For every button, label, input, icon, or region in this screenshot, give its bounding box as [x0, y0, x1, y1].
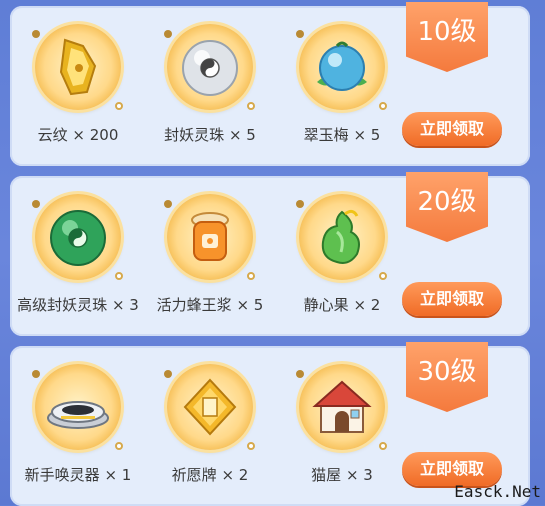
frame-dot: [247, 442, 255, 450]
wish-plaque-icon: [183, 378, 237, 436]
frame-dot: [32, 30, 40, 38]
reward-item: 活力蜂王浆 × 5: [150, 176, 270, 336]
level-tag: 10级: [406, 2, 488, 72]
frame-dot: [247, 272, 255, 280]
item-label: 云纹 × 200: [37, 126, 119, 144]
reward-item: 祈愿牌 × 2: [150, 346, 270, 506]
green-spirit-pearl-icon: [50, 210, 106, 266]
frame-dot: [296, 200, 304, 208]
frame-dot: [164, 200, 172, 208]
jade-plum-icon: [317, 41, 367, 91]
level-tag: 30级: [406, 342, 488, 412]
frame-dot: [379, 102, 387, 110]
frame-dot: [32, 200, 40, 208]
frame-dot: [115, 102, 123, 110]
white-spirit-pearl-icon: [182, 40, 238, 96]
reward-item: 高级封妖灵珠 × 3: [17, 176, 139, 336]
frame-dot: [115, 442, 123, 450]
frame-dot: [32, 370, 40, 378]
reward-item: 封妖灵珠 × 5: [150, 6, 270, 166]
claim-button[interactable]: 立即领取: [402, 282, 502, 316]
reward-panel-level-10: 云纹 × 200 封妖灵珠 × 5 翠玉梅 × 5 10级 立即领取: [10, 2, 530, 166]
frame-dot: [379, 442, 387, 450]
cloud-pattern-icon: [59, 38, 97, 96]
reward-item: 云纹 × 200: [18, 6, 138, 166]
claim-button[interactable]: 立即领取: [402, 452, 502, 486]
reward-item: 新手唤灵器 × 1: [18, 346, 138, 506]
summoner-device-icon: [47, 401, 109, 429]
item-label: 猫屋 × 3: [311, 466, 373, 484]
cat-house-icon: [312, 380, 372, 433]
reward-item: 翠玉梅 × 5: [282, 6, 402, 166]
claim-button[interactable]: 立即领取: [402, 112, 502, 146]
frame-dot: [379, 272, 387, 280]
item-label: 高级封妖灵珠 × 3: [17, 296, 139, 314]
level-tag: 20级: [406, 172, 488, 242]
watermark: Easck.Net: [454, 482, 541, 501]
reward-item: 静心果 × 2: [282, 176, 402, 336]
frame-dot: [296, 30, 304, 38]
frame-dot: [164, 370, 172, 378]
royal-jelly-jar-icon: [191, 212, 229, 261]
frame-dot: [164, 30, 172, 38]
calm-fruit-icon: [321, 209, 360, 264]
item-label: 新手唤灵器 × 1: [24, 466, 132, 484]
item-label: 祈愿牌 × 2: [171, 466, 249, 484]
reward-panel-level-30: 新手唤灵器 × 1 祈愿牌 × 2 猫屋 × 3 30级 立即领取: [10, 342, 530, 506]
item-label: 翠玉梅 × 5: [303, 126, 381, 144]
reward-item: 猫屋 × 3: [282, 346, 402, 506]
item-label: 封妖灵珠 × 5: [164, 126, 256, 144]
frame-dot: [115, 272, 123, 280]
item-label: 静心果 × 2: [303, 296, 381, 314]
frame-dot: [247, 102, 255, 110]
frame-dot: [296, 370, 304, 378]
reward-panel-level-20: 高级封妖灵珠 × 3 活力蜂王浆 × 5 静心果 × 2 20级 立即领取: [10, 172, 530, 336]
item-label: 活力蜂王浆 × 5: [156, 296, 264, 314]
